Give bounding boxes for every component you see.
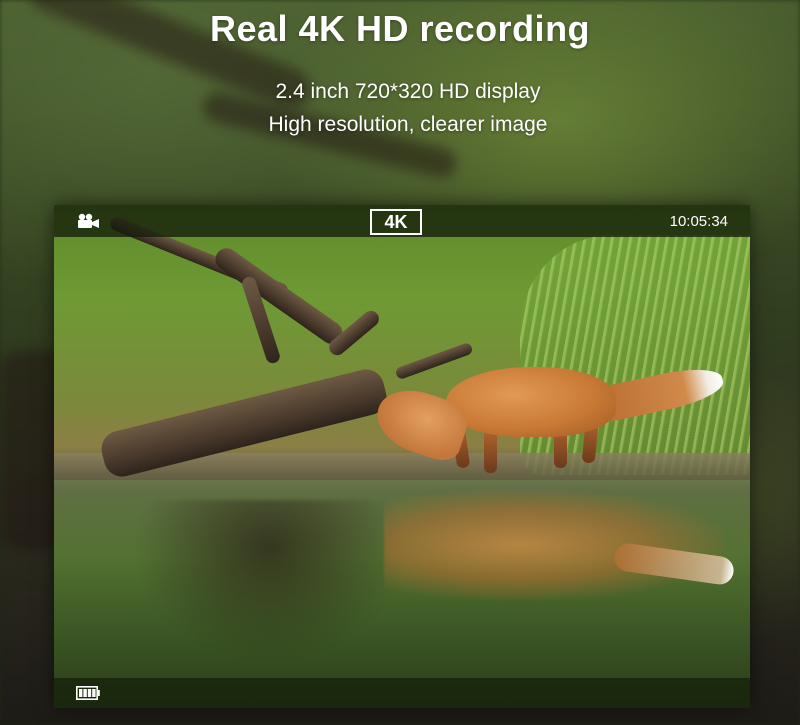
page-title: Real 4K HD recording: [209, 8, 591, 49]
log-reflection: [134, 500, 404, 660]
subtitle-resolution: High resolution, clearer image: [268, 113, 548, 136]
scene-image: [54, 205, 750, 708]
driftwood-branch: [394, 341, 474, 381]
recording-time: 10:05:34: [669, 213, 728, 230]
hud-top-bar: 4K 10:05:34: [54, 205, 750, 237]
resolution-badge: 4K: [370, 209, 422, 235]
video-camera-icon: [78, 213, 99, 228]
fox-reflection: [384, 490, 724, 600]
hud-bottom-bar: [54, 678, 750, 708]
camera-display: 4K 10:05:34: [54, 205, 750, 708]
driftwood-branch: [211, 243, 347, 349]
fox-body: [446, 367, 616, 437]
subtitle-display-spec: 2.4 inch 720*320 HD display: [275, 80, 541, 103]
battery-icon: [76, 686, 100, 700]
